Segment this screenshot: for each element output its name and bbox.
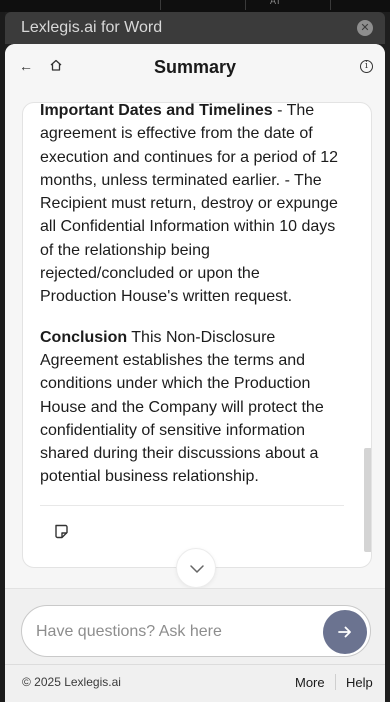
toolbar-separator xyxy=(245,0,246,10)
more-link[interactable]: More xyxy=(295,675,325,690)
summary-card: Important Dates and Timelines - The agre… xyxy=(22,102,372,568)
chat-input-area xyxy=(5,588,385,664)
chevron-down-icon xyxy=(190,565,204,573)
section-text: This Non-Disclosure Agreement establishe… xyxy=(40,328,324,486)
card-divider xyxy=(40,505,344,506)
ask-field[interactable] xyxy=(21,605,371,657)
taskpane-title: Lexlegis.ai for Word xyxy=(21,19,163,36)
footer: © 2025 Lexlegis.ai More Help xyxy=(5,664,385,702)
arrow-right-icon xyxy=(338,626,351,638)
summary-content: Important Dates and Timelines - The agre… xyxy=(40,102,340,506)
footer-divider xyxy=(335,674,336,690)
summary-section-dates: Important Dates and Timelines - The agre… xyxy=(40,102,340,309)
help-link[interactable]: Help xyxy=(346,675,373,690)
copyright-text: © 2025 Lexlegis.ai xyxy=(22,675,121,689)
summary-header: ← Summary i xyxy=(5,44,385,92)
section-heading: Conclusion xyxy=(40,328,128,346)
section-heading: Important Dates and Timelines xyxy=(40,102,273,119)
toolbar-label: AI xyxy=(270,0,281,6)
scroll-down-button[interactable] xyxy=(176,548,216,588)
toolbar-separator xyxy=(160,0,161,10)
copy-icon[interactable] xyxy=(53,523,70,545)
summary-section-conclusion: Conclusion This Non-Disclosure Agreement… xyxy=(40,326,340,489)
section-text: The agreement is effective from the date… xyxy=(40,102,338,306)
addin-pane: ← Summary i Important Dates and Timeline… xyxy=(5,44,385,702)
taskpane-titlebar: Lexlegis.ai for Word ✕ xyxy=(5,12,385,44)
question-input[interactable] xyxy=(36,620,306,644)
page-title: Summary xyxy=(153,57,237,77)
info-icon[interactable]: i xyxy=(360,60,373,73)
summary-scrollbar[interactable] xyxy=(364,448,371,552)
send-button[interactable] xyxy=(323,610,367,654)
host-toolbar-strip: AI xyxy=(0,0,390,12)
close-icon[interactable]: ✕ xyxy=(357,20,373,36)
section-separator: - xyxy=(272,102,287,119)
toolbar-separator xyxy=(330,0,331,10)
